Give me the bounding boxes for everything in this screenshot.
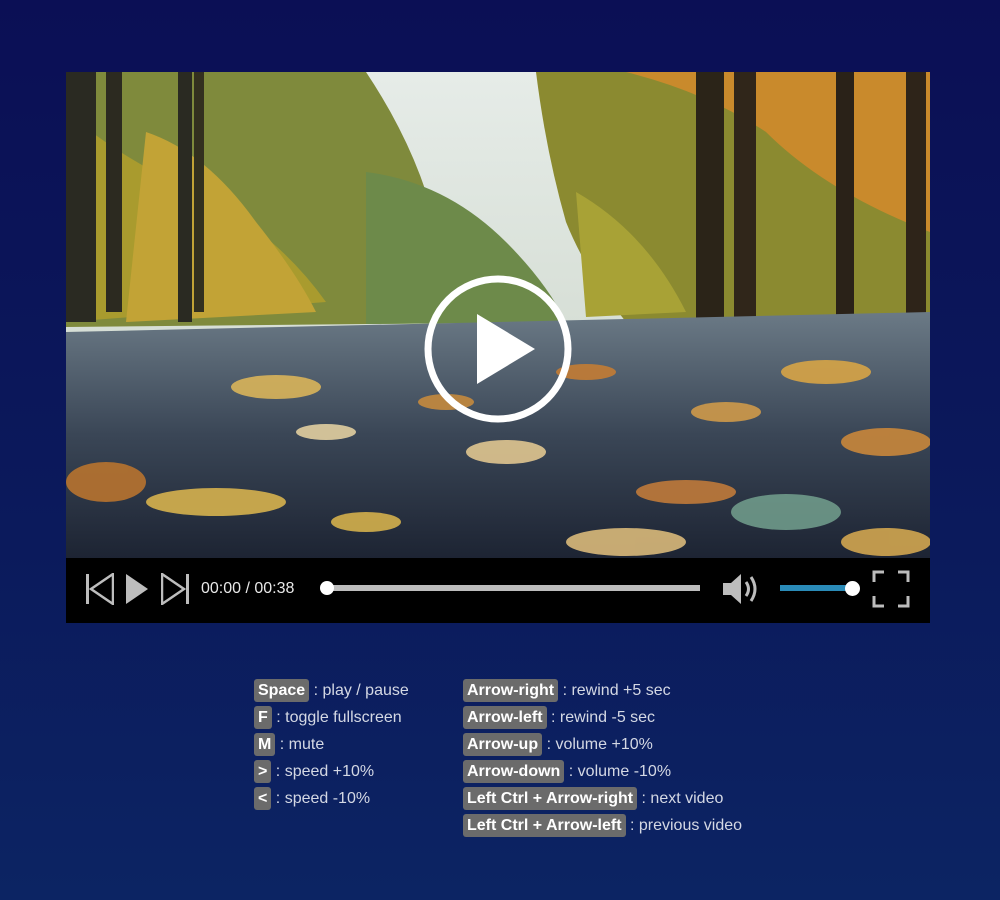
shortcut-description: : toggle fullscreen (276, 709, 402, 726)
volume-icon[interactable] (721, 572, 761, 606)
shortcut-description: : rewind +5 sec (562, 682, 671, 699)
fullscreen-icon[interactable] (872, 570, 910, 608)
shortcut-description: : volume -10% (568, 763, 672, 780)
shortcut-key: Arrow-up (463, 733, 543, 756)
shortcut-row: Arrow-down : volume -10% (463, 760, 742, 787)
shortcut-description: : play / pause (313, 682, 409, 699)
shortcut-key: Arrow-down (463, 760, 565, 783)
shortcut-description: : speed +10% (275, 763, 375, 780)
shortcut-key: Space (254, 679, 310, 702)
shortcuts-left: Space : play / pause F : toggle fullscre… (254, 679, 409, 814)
shortcut-row: < : speed -10% (254, 787, 409, 814)
shortcut-key: F (254, 706, 272, 729)
shortcut-key: Arrow-right (463, 679, 559, 702)
shortcut-key: Left Ctrl + Arrow-right (463, 787, 638, 810)
time-display: 00:00 / 00:38 (201, 580, 295, 597)
shortcut-row: M : mute (254, 733, 409, 760)
shortcut-row: Left Ctrl + Arrow-left : previous video (463, 814, 742, 841)
shortcut-description: : next video (641, 790, 724, 807)
shortcut-row: > : speed +10% (254, 760, 409, 787)
control-bar: 00:00 / 00:38 (66, 558, 930, 623)
shortcut-row: Left Ctrl + Arrow-right : next video (463, 787, 742, 814)
video-player: 00:00 / 00:38 (66, 72, 930, 623)
shortcut-description: : rewind -5 sec (551, 709, 656, 726)
shortcut-row: Space : play / pause (254, 679, 409, 706)
shortcut-description: : volume +10% (546, 736, 653, 753)
skip-previous-icon[interactable] (86, 573, 114, 605)
shortcut-description: : speed -10% (275, 790, 371, 807)
shortcut-description: : previous video (629, 817, 743, 834)
video-frame[interactable] (66, 72, 930, 558)
shortcut-row: F : toggle fullscreen (254, 706, 409, 733)
volume-handle[interactable] (845, 581, 860, 596)
volume-slider[interactable] (780, 585, 852, 591)
progress-bar[interactable] (326, 585, 700, 591)
shortcut-key: < (254, 787, 272, 810)
shortcut-row: Arrow-up : volume +10% (463, 733, 742, 760)
shortcut-row: Arrow-right : rewind +5 sec (463, 679, 742, 706)
shortcut-key: M (254, 733, 276, 756)
shortcut-key: Left Ctrl + Arrow-left (463, 814, 626, 837)
shortcut-description: : mute (279, 736, 325, 753)
skip-next-icon[interactable] (161, 573, 189, 605)
play-circle-icon[interactable] (423, 274, 573, 424)
shortcut-key: Arrow-left (463, 706, 547, 729)
shortcut-row: Arrow-left : rewind -5 sec (463, 706, 742, 733)
play-icon[interactable] (124, 573, 150, 605)
progress-handle[interactable] (320, 581, 334, 595)
shortcuts-right: Arrow-right : rewind +5 sec Arrow-left :… (463, 679, 742, 841)
shortcut-key: > (254, 760, 272, 783)
